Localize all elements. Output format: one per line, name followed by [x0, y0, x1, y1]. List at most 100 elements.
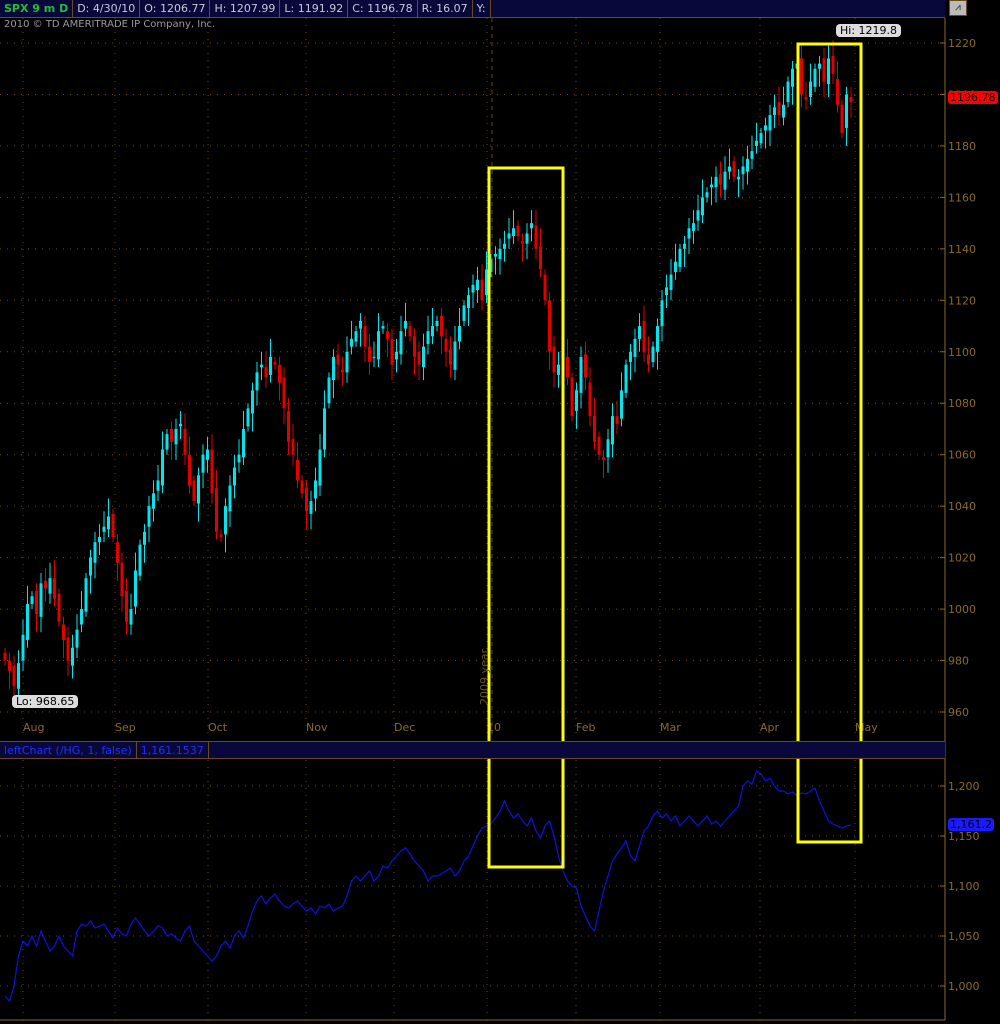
y-tick-label: 960: [948, 706, 969, 719]
candle-up: [93, 542, 97, 563]
candle-up: [494, 253, 497, 257]
candle-down: [449, 349, 452, 365]
candle-up: [134, 570, 137, 607]
candle-up: [138, 544, 142, 576]
candle-down: [264, 367, 268, 378]
candle-down: [300, 480, 304, 494]
candle-down: [35, 591, 38, 615]
candle-up: [359, 320, 362, 329]
candle-up: [107, 516, 110, 530]
candle-down: [210, 449, 214, 494]
candle-up: [48, 578, 52, 594]
candle-down: [849, 97, 853, 103]
candle-down: [642, 320, 646, 352]
candle-up: [507, 233, 511, 239]
low-label: Lo: 968.65: [12, 695, 79, 708]
candle-up: [453, 341, 457, 370]
candle-up: [633, 338, 637, 357]
candle-up: [498, 248, 502, 260]
candle-up: [611, 416, 614, 445]
candle-up: [750, 151, 754, 159]
candle-down: [543, 274, 547, 301]
candle-down: [120, 562, 124, 597]
candle-up: [764, 125, 767, 131]
candle-up: [372, 356, 376, 358]
candle-up: [476, 279, 479, 291]
candle-up: [395, 351, 398, 360]
candle-up: [323, 408, 326, 450]
candle-up: [557, 364, 560, 375]
candle-up: [224, 506, 227, 535]
candle-up: [723, 171, 727, 190]
y-tick-label: 1,200: [948, 780, 980, 793]
candle-up: [669, 274, 673, 291]
study-value: 1,161.1537: [137, 742, 209, 758]
y-tick-label: 1140: [948, 243, 976, 256]
candle-up: [179, 423, 182, 427]
study-name[interactable]: leftChart (/HG, 1, false): [0, 742, 137, 758]
candle-down: [413, 336, 416, 357]
candle-up: [678, 248, 682, 267]
candle-down: [62, 624, 65, 640]
candle-up: [345, 351, 349, 373]
candle-down: [390, 338, 394, 365]
candle-down: [183, 428, 187, 455]
candle-up: [656, 326, 659, 352]
candle-up: [431, 326, 434, 337]
candle-up: [233, 467, 236, 486]
candle-up: [651, 346, 655, 363]
candle-up: [827, 58, 830, 85]
study-last-label: 1,161.2: [948, 818, 994, 831]
y-tick-label: 1120: [948, 294, 976, 307]
candle-up: [791, 68, 794, 87]
y-tick-label: 1000: [948, 603, 976, 616]
copyright-text: 2010 © TD AMERITRADE IP Company, Inc.: [4, 19, 216, 30]
candle-up: [638, 326, 641, 339]
candle-up: [75, 629, 79, 648]
x-tick-label: Aug: [23, 721, 44, 734]
candle-up: [530, 223, 533, 229]
candle-up: [687, 228, 691, 239]
candle-down: [822, 58, 826, 82]
candle-up: [228, 485, 232, 512]
candle-up: [692, 223, 695, 231]
candle-down: [408, 326, 412, 337]
candle-up: [399, 331, 403, 355]
candle-up: [269, 356, 272, 375]
candle-down: [368, 346, 371, 363]
candle-down: [836, 79, 839, 105]
candle-up: [705, 192, 709, 198]
candle-down: [219, 534, 223, 538]
year-marker-label: 2009 year: [478, 648, 491, 705]
candle-down: [417, 351, 421, 365]
candle-down: [548, 300, 551, 352]
y-tick-label: 1060: [948, 449, 976, 462]
candle-down: [777, 102, 781, 116]
candle-up: [98, 537, 101, 543]
candle-up: [354, 331, 358, 342]
candle-up: [759, 133, 763, 144]
candle-up: [845, 94, 848, 128]
candle-down: [170, 428, 173, 442]
candle-up: [696, 210, 700, 221]
candle-down: [534, 225, 538, 249]
candle-up: [737, 176, 740, 180]
candle-down: [3, 652, 7, 661]
candle-down: [732, 161, 736, 177]
candle-up: [606, 439, 610, 458]
candle-up: [471, 284, 475, 293]
candle-down: [53, 578, 56, 599]
candle-down: [12, 665, 16, 687]
price-chart[interactable]: 960 980 1000 1020 1040 1060 1080 1100 1120 1140 11…: [0, 0, 1000, 1024]
candle-down: [341, 369, 344, 373]
candle-down: [8, 660, 11, 671]
candle-up: [525, 233, 529, 244]
candle-up: [755, 140, 758, 146]
x-tick-label: Oct: [208, 721, 228, 734]
x-tick-label: Mar: [660, 721, 681, 734]
candle-up: [512, 228, 515, 236]
candle-up: [746, 158, 749, 172]
candle-down: [480, 279, 484, 301]
candle-down: [363, 326, 367, 347]
candle-up: [143, 531, 146, 545]
